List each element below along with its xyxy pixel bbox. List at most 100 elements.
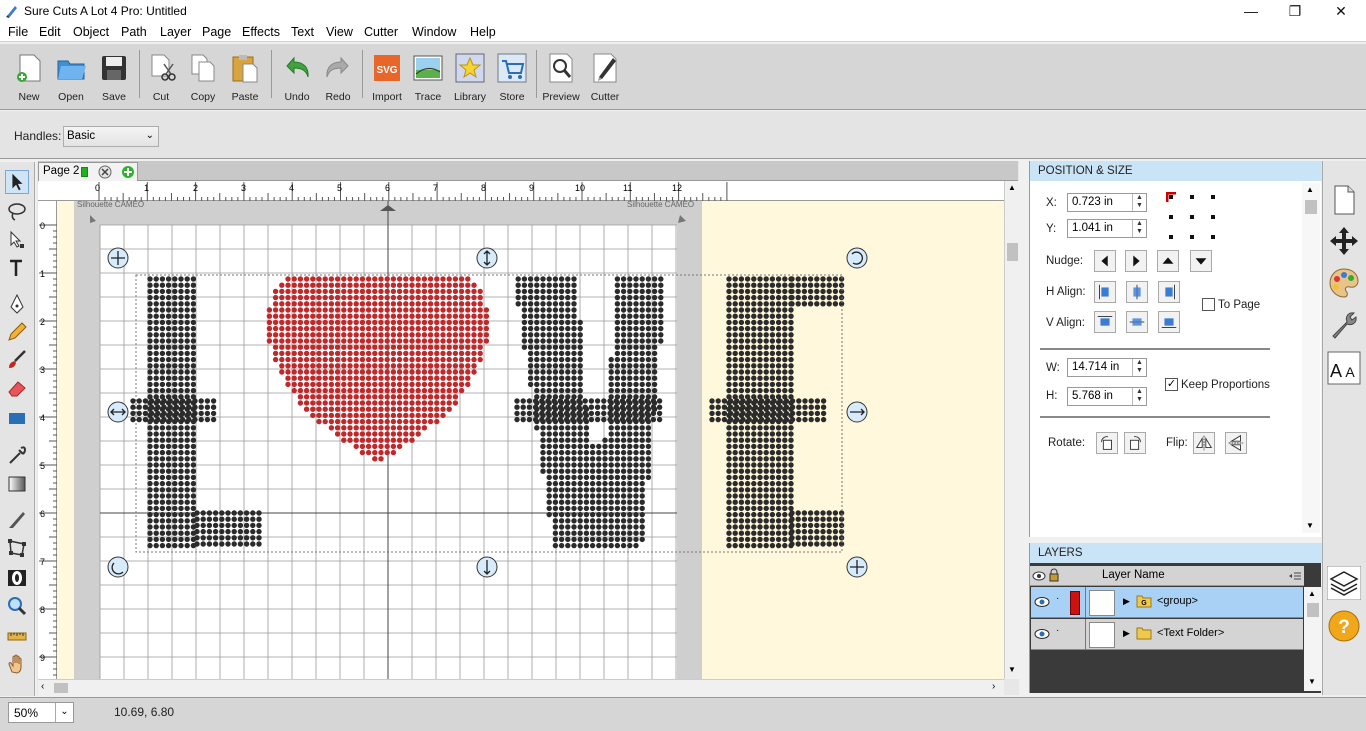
horizontal-scroll-thumb[interactable] bbox=[54, 683, 68, 693]
vertical-scrollbar[interactable]: ▲ ▼ bbox=[1004, 181, 1019, 679]
layer-row[interactable]: · ▶ <Text Folder> bbox=[1031, 619, 1303, 650]
menu-page[interactable]: Page bbox=[202, 25, 231, 39]
align-bottom-icon[interactable] bbox=[1158, 311, 1180, 333]
x-spinner-icon[interactable]: ▲ ▼ bbox=[1132, 194, 1146, 211]
chevron-down-icon[interactable]: ⌄ bbox=[55, 703, 73, 722]
knife-icon[interactable] bbox=[5, 508, 29, 532]
scroll-down-icon[interactable]: ▼ bbox=[1008, 665, 1016, 674]
gradient-icon[interactable] bbox=[5, 472, 29, 496]
page-settings-icon[interactable] bbox=[1327, 183, 1361, 217]
rotate-right-icon[interactable] bbox=[1124, 432, 1146, 454]
menu-view[interactable]: View bbox=[326, 25, 353, 39]
lock-dot[interactable]: · bbox=[1056, 593, 1059, 604]
select-arrow-icon[interactable] bbox=[5, 170, 29, 194]
height-field[interactable]: 5.768 in ▲ ▼ bbox=[1067, 387, 1147, 406]
close-page-icon[interactable] bbox=[98, 165, 112, 179]
ruler-icon[interactable] bbox=[5, 624, 29, 648]
w-spinner-icon[interactable]: ▲ ▼ bbox=[1132, 359, 1146, 376]
y-spinner-icon[interactable]: ▲ ▼ bbox=[1132, 220, 1146, 237]
lasso-icon[interactable] bbox=[5, 200, 29, 224]
zoom-dropdown[interactable]: 50% ⌄ bbox=[8, 702, 74, 723]
nudge-up-icon[interactable] bbox=[1157, 250, 1179, 272]
layer-color-swatch[interactable] bbox=[1070, 591, 1080, 615]
keep-proportions-checkbox[interactable]: ✓ bbox=[1165, 378, 1178, 391]
align-top-icon[interactable] bbox=[1094, 311, 1116, 333]
flip-vertical-icon[interactable] bbox=[1225, 432, 1247, 454]
nudge-down-icon[interactable] bbox=[1190, 250, 1212, 272]
menu-help[interactable]: Help bbox=[470, 25, 496, 39]
panel-scrollbar[interactable]: ▲ ▼ bbox=[1302, 183, 1320, 533]
lock-dot[interactable]: · bbox=[1056, 625, 1059, 636]
expand-arrow-icon[interactable]: ▶ bbox=[1123, 628, 1130, 639]
flip-horizontal-icon[interactable] bbox=[1193, 432, 1215, 454]
rectangle-tool-icon[interactable] bbox=[5, 406, 29, 430]
layers-scrollbar[interactable]: ▲ ▼ bbox=[1304, 587, 1322, 691]
layer-row[interactable]: · ▶ G <group> bbox=[1031, 587, 1303, 618]
open-button[interactable]: Open bbox=[50, 50, 92, 106]
h-spinner-icon[interactable]: ▲ ▼ bbox=[1132, 388, 1146, 405]
weld-icon[interactable] bbox=[5, 566, 29, 590]
width-field[interactable]: 14.714 in ▲ ▼ bbox=[1067, 358, 1147, 377]
eraser-icon[interactable] bbox=[5, 376, 29, 400]
align-left-icon[interactable] bbox=[1094, 281, 1116, 303]
nudge-left-icon[interactable] bbox=[1094, 250, 1116, 272]
eyedropper-icon[interactable] bbox=[5, 444, 29, 468]
menu-cutter[interactable]: Cutter bbox=[364, 25, 398, 39]
layers-scroll-down-icon[interactable]: ▼ bbox=[1308, 677, 1316, 686]
x-field[interactable]: 0.723 in ▲ ▼ bbox=[1067, 193, 1147, 212]
layers-stack-icon[interactable] bbox=[1327, 566, 1361, 600]
layers-scroll-up-icon[interactable]: ▲ bbox=[1308, 589, 1316, 598]
zoom-icon[interactable] bbox=[5, 594, 29, 618]
text-tool-icon[interactable] bbox=[5, 256, 29, 280]
text-style-icon[interactable]: AA bbox=[1327, 351, 1361, 385]
wrench-icon[interactable] bbox=[1327, 308, 1361, 342]
to-page-checkbox[interactable] bbox=[1202, 298, 1215, 311]
align-right-icon[interactable] bbox=[1158, 281, 1180, 303]
pen-tool-icon[interactable] bbox=[5, 292, 29, 316]
close-button[interactable]: ✕ bbox=[1318, 0, 1364, 22]
menu-effects[interactable]: Effects bbox=[242, 25, 280, 39]
preview-button[interactable]: Preview bbox=[540, 50, 582, 106]
menu-layer[interactable]: Layer bbox=[160, 25, 191, 39]
align-middle-v-icon[interactable] bbox=[1126, 311, 1148, 333]
node-edit-icon[interactable] bbox=[5, 228, 29, 252]
expand-arrow-icon[interactable]: ▶ bbox=[1123, 596, 1130, 607]
minimize-button[interactable]: — bbox=[1228, 0, 1274, 22]
maximize-button[interactable]: ❐ bbox=[1272, 0, 1318, 22]
horizontal-scrollbar[interactable]: ‹ › bbox=[38, 679, 1004, 695]
move-arrows-icon[interactable] bbox=[1327, 224, 1361, 258]
paste-button[interactable]: Paste bbox=[224, 50, 266, 106]
page-tab[interactable]: Page 2 bbox=[38, 162, 138, 181]
brush-icon[interactable] bbox=[5, 348, 29, 372]
menu-window[interactable]: Window bbox=[412, 25, 456, 39]
pencil-icon[interactable] bbox=[5, 320, 29, 344]
store-button[interactable]: Store bbox=[491, 50, 533, 106]
handles-dropdown[interactable]: Basic ⌄ bbox=[63, 126, 159, 147]
menu-object[interactable]: Object bbox=[73, 25, 109, 39]
menu-file[interactable]: File bbox=[8, 25, 28, 39]
redo-button[interactable]: Redo bbox=[317, 50, 359, 106]
scroll-left-icon[interactable]: ‹ bbox=[41, 681, 44, 692]
panel-scroll-up-icon[interactable]: ▲ bbox=[1306, 185, 1314, 194]
rotate-handle-tr[interactable] bbox=[846, 247, 868, 269]
cutter-button[interactable]: Cutter bbox=[584, 50, 626, 106]
y-field[interactable]: 1.041 in ▲ ▼ bbox=[1067, 219, 1147, 238]
transform-icon[interactable] bbox=[5, 536, 29, 560]
drawing-canvas[interactable]: Silhouette CAMEO Silhouette CAMEO bbox=[57, 201, 1004, 679]
save-button[interactable]: Save bbox=[93, 50, 135, 106]
scroll-up-icon[interactable]: ▲ bbox=[1008, 183, 1016, 192]
menu-text[interactable]: Text bbox=[291, 25, 314, 39]
panel-scroll-thumb[interactable] bbox=[1305, 200, 1317, 214]
vertical-scroll-thumb[interactable] bbox=[1007, 243, 1018, 261]
layers-menu-icon[interactable] bbox=[1288, 570, 1302, 582]
panel-scroll-down-icon[interactable]: ▼ bbox=[1306, 521, 1314, 530]
menu-path[interactable]: Path bbox=[121, 25, 147, 39]
align-center-h-icon[interactable] bbox=[1126, 281, 1148, 303]
visibility-eye-icon[interactable] bbox=[1034, 628, 1050, 640]
help-icon[interactable]: ? bbox=[1327, 609, 1361, 643]
visibility-eye-icon[interactable] bbox=[1034, 596, 1050, 608]
nudge-right-icon[interactable] bbox=[1125, 250, 1147, 272]
rotate-left-icon[interactable] bbox=[1096, 432, 1118, 454]
reference-point-grid-icon[interactable] bbox=[1166, 192, 1218, 242]
menu-edit[interactable]: Edit bbox=[39, 25, 61, 39]
